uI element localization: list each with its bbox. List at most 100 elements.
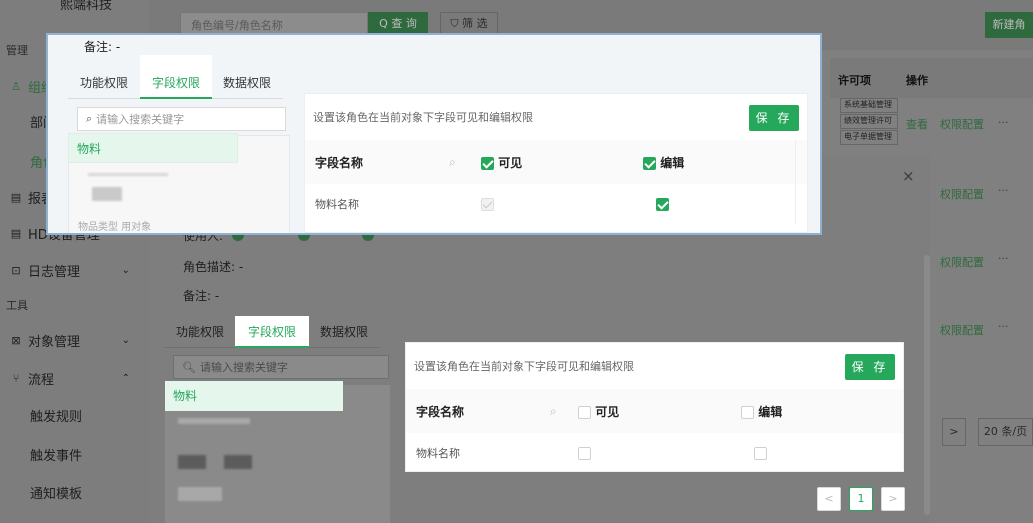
chevron-up-icon: ⌃ [121,372,130,384]
role-desc-label: 角色描述: - [183,260,244,274]
panel-hint-text: 设置该角色在当前对象下字段可见和编辑权限 [414,360,634,373]
row-visible-checkbox [481,197,494,211]
perm-config-link[interactable]: 权限配置 [940,186,984,202]
save-button[interactable]: 保 存 [845,354,895,380]
row-field-name: 物料名称 [416,447,460,460]
more-icon[interactable]: ··· [998,116,1009,129]
close-icon[interactable]: × [902,167,915,185]
th-field-name: 字段名称 [416,404,465,419]
more-icon[interactable]: ··· [998,184,1009,197]
panel-hint-text: 设置该角色在当前对象下字段可见和编辑权限 [313,111,533,124]
row-edit-checkbox[interactable] [656,197,669,211]
org-icon: ♙ [11,79,21,93]
device-icon: ▤ [10,226,22,240]
search-placeholder: 请输入搜索关键字 [96,113,185,126]
bg-next-page-button[interactable]: > [942,418,966,446]
edit-all-checkbox[interactable] [741,405,754,419]
blurred-tree-item [178,487,222,501]
sidebar-item-flow[interactable]: ⑂ 流程 ⌃ [0,356,150,400]
tab-field-perm[interactable]: 字段权限 [140,55,212,99]
more-icon[interactable]: ··· [998,320,1009,333]
col-license: 许可项 [838,74,871,87]
more-icon[interactable]: ··· [998,252,1009,265]
license-chip: 绩效管理许可 [840,114,898,129]
visible-all-checkbox[interactable] [578,405,591,419]
table-row: 物料名称 [406,433,903,473]
panel-hint: 设置该角色在当前对象下字段可见和编辑权限 保 存 [406,343,903,389]
blurred-tree-item [178,455,206,469]
brand-name: 熙端科技 [60,0,113,13]
remark-label: 备注: - [183,289,220,303]
modal-tabs: 功能权限 字段权限 数据权限 [165,316,380,348]
th-edit-label: 编辑 [758,404,783,419]
field-table-header: 字段名称 ⌕ 可见 编辑 [305,140,807,184]
row-visible-checkbox[interactable] [578,446,591,460]
popup-tabs: 功能权限 字段权限 数据权限 [68,55,283,99]
modal-tree-search[interactable]: 🔍︎ 请输入搜索关键字 [173,355,389,379]
table-row: 物料名称 [305,184,807,224]
perm-config-link[interactable]: 权限配置 [940,254,984,270]
save-button[interactable]: 保 存 [749,105,799,131]
popup-field-panel: 设置该角色在当前对象下字段可见和编辑权限 保 存 字段名称 ⌕ 可见 编辑 物料名… [304,93,808,233]
perm-config-link[interactable]: 权限配置 [940,116,984,132]
modal-scrollbar[interactable] [924,255,930,515]
license-chips: 系统基础管理 绩效管理许可 电子单据管理 [840,98,898,148]
field-perm-popup: 备注: - 功能权限 字段权限 数据权限 ⌕ 请输入搜索关键字 物料 物品类型 用… [46,33,822,235]
column-divider [795,184,796,224]
field-table-header: 字段名称 ⌕ 可见 编辑 [406,389,903,433]
search-icon[interactable]: ⌕ [449,155,456,170]
section-manage: 管理 [6,44,28,57]
search-icon[interactable]: ⌕ [550,404,557,419]
next-page-button[interactable]: > [881,487,905,511]
filter-icon: ⛉ [450,17,463,30]
panel-hint: 设置该角色在当前对象下字段可见和编辑权限 保 存 [305,94,807,140]
blurred-tree-item [224,455,252,469]
sidebar-sub-trigger-events[interactable]: 触发事件 [30,445,82,464]
modal-field-panel: 设置该角色在当前对象下字段可见和编辑权限 保 存 字段名称 ⌕ 可见 编辑 物料名… [405,342,904,472]
search-icon: ⌕ [86,112,93,125]
sidebar-item-logs[interactable]: ⊡ 日志管理 ⌄ [0,248,150,292]
tab-field-perm[interactable]: 字段权限 [235,316,309,348]
license-chip: 系统基础管理 [840,98,898,113]
popup-remark-label: 备注: - [84,40,121,54]
search-placeholder: 角色编号/角色名称 [191,19,283,32]
bg-page-size-select[interactable]: 20 条/页 [978,418,1033,446]
prev-page-button[interactable]: < [817,487,841,511]
sidebar-sub-notify-templates[interactable]: 通知模板 [30,483,82,502]
log-icon: ⊡ [11,263,21,277]
tab-data-perm[interactable]: 数据权限 [212,67,282,99]
popup-tree-search[interactable]: ⌕ 请输入搜索关键字 [77,107,286,131]
th-visible-label: 可见 [595,404,620,419]
blurred-tree-item [88,173,168,176]
report-icon: ▤ [10,190,22,204]
background-table-header: 许可项 操作 [830,58,1033,98]
section-tools: 工具 [6,299,28,312]
chevron-down-icon: ⌄ [121,334,130,346]
tab-function-perm[interactable]: 功能权限 [68,67,140,99]
row-edit-checkbox[interactable] [754,446,767,460]
th-edit-label: 编辑 [660,155,685,170]
edit-all-checkbox[interactable] [643,156,656,170]
perm-config-link[interactable]: 权限配置 [940,322,984,338]
col-actions: 操作 [906,74,928,87]
sidebar-sub-trigger-rules[interactable]: 触发规则 [30,406,82,425]
th-edit: 编辑 [643,154,684,171]
tree-node-material[interactable]: 物料 [165,381,343,411]
search-icon: 🔍︎ [182,360,196,374]
tab-data-perm[interactable]: 数据权限 [309,316,379,348]
row-field-name: 物料名称 [315,198,359,211]
th-visible: 可见 [578,403,619,420]
th-visible-label: 可见 [498,155,523,170]
tab-function-perm[interactable]: 功能权限 [165,316,235,348]
flow-icon: ⑂ [12,371,20,385]
th-field-name: 字段名称 [315,155,364,170]
blurred-tree-item [92,187,122,201]
view-link[interactable]: 查看 [906,116,928,132]
th-edit: 编辑 [741,403,782,420]
chevron-down-icon: ⌄ [121,264,130,276]
page-1-button[interactable]: 1 [849,487,873,511]
tree-node-material[interactable]: 物料 [68,133,238,163]
new-role-button[interactable]: 新建角 [985,12,1033,38]
blurred-tree-item [178,418,250,424]
visible-all-checkbox[interactable] [481,156,494,170]
